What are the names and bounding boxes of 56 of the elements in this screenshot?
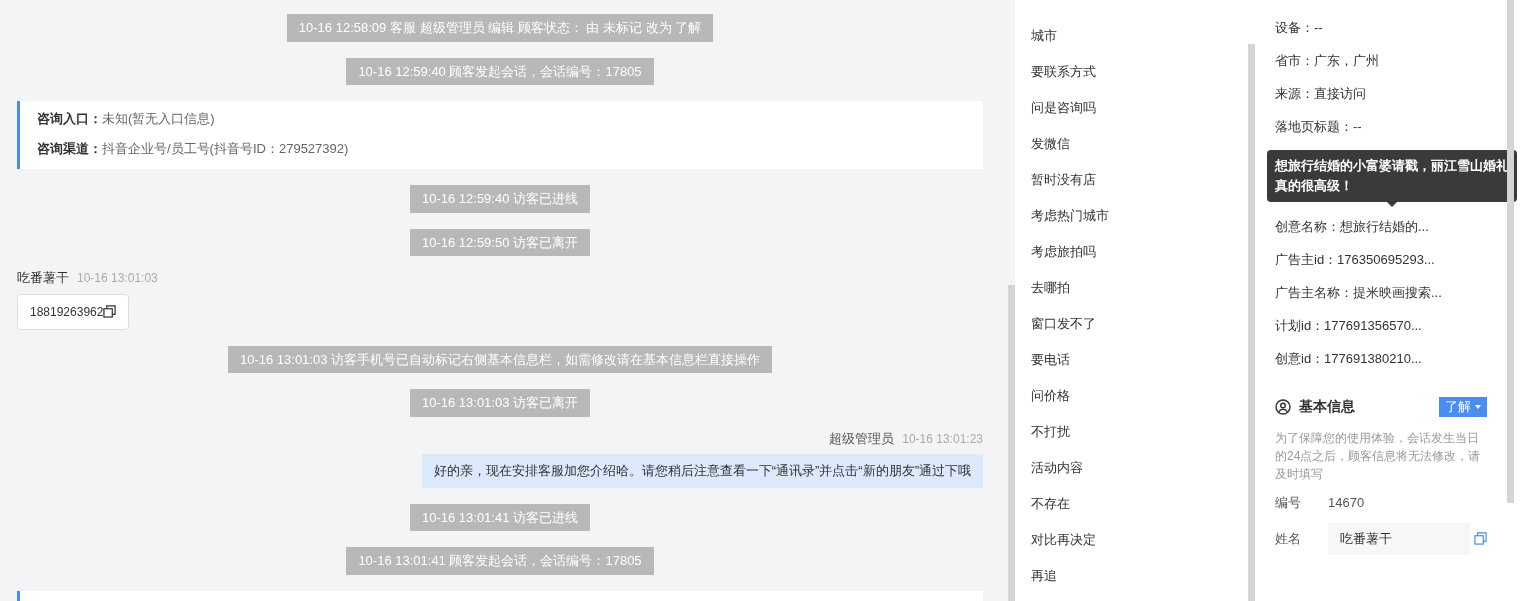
field-value: 抖音企业号/员工号(抖音号ID：279527392) <box>102 139 349 158</box>
quick-reply-tag[interactable]: 不存在 <box>1031 486 1248 522</box>
quick-reply-tag[interactable]: 暂时没有店 <box>1031 162 1248 198</box>
system-notice: 10-16 13:01:03 访客手机号已自动标记右侧基本信息栏，如需修改请在基本信息栏直接操作 <box>227 345 773 373</box>
detail-row-text: 创意名称：想旅行结婚的... <box>1275 218 1430 236</box>
quick-reply-tag[interactable]: 城市 <box>1031 18 1248 54</box>
detail-row-text: 省市：广东，广州 <box>1275 52 1380 70</box>
quick-reply-tag[interactable]: 发微信 <box>1031 126 1248 162</box>
detail-row-text: 广告主id：176350695293... <box>1275 251 1436 269</box>
sender-name: 吃番薯干 <box>17 269 69 287</box>
caret-icon <box>1475 404 1481 409</box>
name-field[interactable]: 吃番薯干 <box>1328 522 1470 555</box>
field-label: 咨询渠道： <box>37 139 102 158</box>
section-title: 基本信息 <box>1299 397 1355 416</box>
system-notice: 10-16 13:01:41 访客已进线 <box>409 503 591 531</box>
quick-reply-tag[interactable]: 问是咨询吗 <box>1031 90 1248 126</box>
copy-icon[interactable] <box>103 305 117 318</box>
sender-name: 超级管理员 <box>829 429 895 448</box>
quick-reply-tag[interactable]: 要电话 <box>1031 342 1248 378</box>
scrollbar-thumb[interactable] <box>1008 285 1015 601</box>
system-notice: 10-16 12:59:40 顾客发起会话，会话编号：17805 <box>346 57 654 85</box>
message-text: 18819263962 <box>30 303 104 321</box>
scrollbar-thumb[interactable] <box>1507 0 1514 503</box>
detail-row-text: 设备：-- <box>1275 19 1324 37</box>
quick-reply-tag[interactable]: 去哪拍 <box>1031 270 1248 306</box>
message-time: 10-16 13:01:03 <box>77 270 158 287</box>
quick-reply-tag[interactable]: 问价格 <box>1031 378 1248 414</box>
field-label: 编号 <box>1275 494 1302 512</box>
quick-reply-tag[interactable]: 考虑旅拍吗 <box>1031 234 1248 270</box>
message-bubble: 好的亲，现在安排客服加您介绍哈。请您稍后注意查看一下“通讯录”并点击“新的朋友”通过下哦 <box>421 454 983 488</box>
detail-row-text: 来源：直接访问 <box>1275 85 1367 103</box>
quick-reply-tag[interactable]: 对比再决定 <box>1031 522 1248 558</box>
tooltip-pointer-icon <box>1387 202 1397 207</box>
system-notice: 10-16 13:01:03 访客已离开 <box>409 389 591 417</box>
quick-reply-tag[interactable]: 再追 <box>1031 558 1248 594</box>
detail-row-text: 落地页标题：-- <box>1275 118 1363 136</box>
field-value: 14670 <box>1328 494 1365 512</box>
scrollbar-thumb[interactable] <box>1248 44 1255 601</box>
user-circle-icon <box>1275 398 1291 415</box>
system-notice: 10-16 13:01:41 顾客发起会话，会话编号：17805 <box>346 547 654 575</box>
quick-reply-tag[interactable]: 活动内容 <box>1031 450 1248 486</box>
system-notice: 10-16 12:59:50 访客已离开 <box>409 228 591 256</box>
message-time: 10-16 13:01:23 <box>902 430 983 448</box>
detail-row-text: 计划id：177691356570... <box>1275 317 1423 335</box>
system-notice: 10-16 12:58:09 客服 超级管理员 编辑 顾客状态： 由 未标记 改为 了解 <box>286 14 714 42</box>
notice-text: 为了保障您的使用体验，会话发生当日的24点之后，顾客信息将无法修改，请及时填写 <box>1275 430 1482 483</box>
field-label: 咨询入口： <box>37 110 102 128</box>
system-notice: 10-16 12:59:40 访客已进线 <box>409 185 591 213</box>
quick-reply-tag[interactable]: 要联系方式 <box>1031 54 1248 90</box>
field-label: 姓名 <box>1275 529 1302 548</box>
detail-row-text: 广告主名称：提米映画搜索... <box>1275 284 1443 302</box>
quick-reply-tag[interactable]: 不打扰 <box>1031 414 1248 450</box>
quick-reply-tag[interactable]: 窗口发不了 <box>1031 306 1248 342</box>
field-value: 未知(暂无入口信息) <box>102 110 215 128</box>
quick-reply-tag[interactable]: 考虑热门城市 <box>1031 198 1248 234</box>
detail-row-text: 创意id：177691380210... <box>1275 350 1423 368</box>
